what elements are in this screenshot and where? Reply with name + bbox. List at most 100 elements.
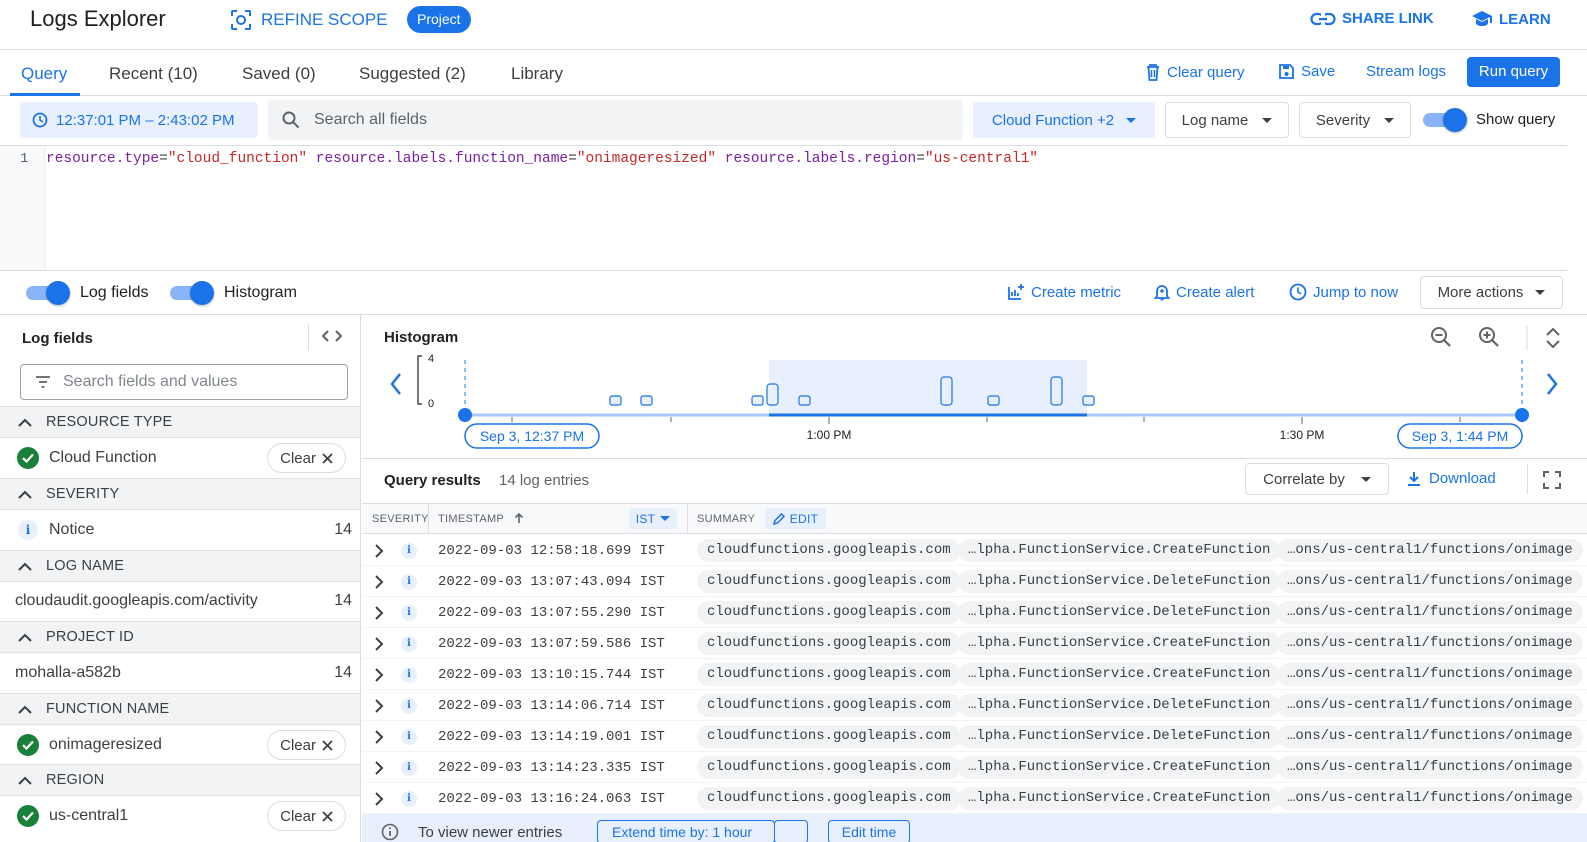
summary-method-chip[interactable]: …lpha.FunctionService.CreateFunction [958,756,1281,779]
tab-query[interactable]: Query [21,64,67,84]
histogram-next-icon[interactable] [1547,373,1558,395]
extend-time-button[interactable]: Extend time by: 1 hour [597,820,775,842]
save-query-button[interactable]: Save [1278,63,1335,80]
download-button[interactable]: Download [1407,470,1496,487]
tab-library[interactable]: Library [511,64,563,84]
table-row[interactable]: i 2022-09-03 13:16:24.063 IST cloudfunctio… [362,783,1587,814]
refine-scope-button[interactable]: REFINE SCOPE [229,7,388,33]
create-alert-button[interactable]: Create alert [1154,283,1254,301]
summary-service-chip[interactable]: cloudfunctions.googleapis.com [697,694,961,717]
clear-filter-button[interactable]: Clear [267,801,346,831]
log-fields-toggle[interactable] [24,281,70,305]
field-value-row[interactable]: i Notice 14 [0,510,360,550]
summary-service-chip[interactable]: cloudfunctions.googleapis.com [697,725,961,748]
table-row[interactable]: i 2022-09-03 13:14:06.714 IST cloudfunctio… [362,690,1587,721]
histogram-toggle[interactable] [168,281,214,305]
summary-resource-chip[interactable]: …ons/us-central1/functions/onimage [1277,787,1583,810]
range-start-handle[interactable] [458,408,472,422]
time-range-picker[interactable]: 12:37:01 PM – 2:43:02 PM [20,102,258,138]
scope-project-chip[interactable]: Project [407,6,471,33]
histogram-bar[interactable] [766,383,779,406]
summary-resource-chip[interactable]: …ons/us-central1/functions/onimage [1277,601,1583,624]
summary-resource-chip[interactable]: …ons/us-central1/functions/onimage [1277,663,1583,686]
chevron-right-icon[interactable] [374,761,384,775]
summary-resource-chip[interactable]: …ons/us-central1/functions/onimage [1277,725,1583,748]
histogram-bar[interactable] [609,395,622,406]
table-row[interactable]: i 2022-09-03 13:07:43.094 IST cloudfunctio… [362,566,1587,597]
editor-scrollbar[interactable] [1567,145,1587,271]
field-value-row[interactable]: Cloud Function Clear [0,438,360,478]
column-header-timestamp[interactable]: TIMESTAMP [438,513,504,525]
summary-method-chip[interactable]: …lpha.FunctionService.CreateFunction [958,539,1281,562]
field-value-row[interactable]: onimageresized Clear [0,725,360,765]
chevron-right-icon[interactable] [374,637,384,651]
query-editor[interactable]: 1 resource.type="cloud_function" resourc… [0,145,1567,271]
clear-query-button[interactable]: Clear query [1145,63,1245,81]
correlate-by-dropdown[interactable]: Correlate by [1245,463,1389,495]
table-row[interactable]: i 2022-09-03 13:07:59.586 IST cloudfunctio… [362,628,1587,659]
query-text[interactable]: resource.type="cloud_function" resource.… [46,151,1038,167]
summary-resource-chip[interactable]: …ons/us-central1/functions/onimage [1277,570,1583,593]
summary-service-chip[interactable]: cloudfunctions.googleapis.com [697,632,961,655]
severity-dropdown[interactable]: Severity [1299,102,1411,138]
extend-time-dropdown[interactable] [774,820,808,842]
chevron-right-icon[interactable] [374,699,384,713]
clear-filter-button[interactable]: Clear [267,730,346,760]
tab-recent[interactable]: Recent (10) [109,64,198,84]
histogram-bar[interactable] [1050,376,1063,406]
section-header-severity[interactable]: SEVERITY [0,478,360,510]
collapse-panel-icon[interactable] [321,329,343,343]
histogram-bar[interactable] [751,395,764,406]
summary-method-chip[interactable]: …lpha.FunctionService.DeleteFunction [958,601,1281,624]
chevron-right-icon[interactable] [374,606,384,620]
create-metric-button[interactable]: Create metric [1007,283,1121,301]
field-value-row[interactable]: us-central1 Clear [0,796,360,836]
histogram-bar[interactable] [1082,395,1095,406]
learn-button[interactable]: LEARN [1471,10,1551,28]
edit-summary-button[interactable]: EDIT [765,508,826,529]
summary-service-chip[interactable]: cloudfunctions.googleapis.com [697,663,961,686]
table-row[interactable]: i 2022-09-03 12:58:18.699 IST cloudfunctio… [362,535,1587,566]
histogram-bar[interactable] [987,395,1000,406]
field-value-row[interactable]: cloudaudit.googleapis.com/activity 14 [0,581,360,621]
stream-logs-button[interactable]: Stream logs [1366,63,1446,80]
column-header-severity[interactable]: SEVERITY [372,513,429,525]
summary-service-chip[interactable]: cloudfunctions.googleapis.com [697,756,961,779]
histogram-bar[interactable] [640,395,653,406]
field-value-row[interactable]: mohalla-a582b 14 [0,653,360,693]
table-row[interactable]: i 2022-09-03 13:07:55.290 IST cloudfunctio… [362,597,1587,628]
summary-method-chip[interactable]: …lpha.FunctionService.DeleteFunction [958,694,1281,717]
table-row[interactable]: i 2022-09-03 13:10:15.744 IST cloudfunctio… [362,659,1587,690]
section-header-resource-type[interactable]: RESOURCE TYPE [0,406,360,438]
summary-resource-chip[interactable]: …ons/us-central1/functions/onimage [1277,539,1583,562]
section-header-region[interactable]: REGION [0,764,360,796]
log-name-dropdown[interactable]: Log name [1165,102,1289,138]
show-query-toggle[interactable] [1421,108,1467,132]
histogram-prev-icon[interactable] [390,373,401,395]
chevron-right-icon[interactable] [374,544,384,558]
chevron-right-icon[interactable] [374,575,384,589]
summary-method-chip[interactable]: …lpha.FunctionService.CreateFunction [958,632,1281,655]
section-header-project-id[interactable]: PROJECT ID [0,621,360,653]
summary-service-chip[interactable]: cloudfunctions.googleapis.com [697,601,961,624]
section-header-function-name[interactable]: FUNCTION NAME [0,693,360,725]
share-link-button[interactable]: SHARE LINK [1310,10,1434,27]
summary-service-chip[interactable]: cloudfunctions.googleapis.com [697,539,961,562]
range-end-handle[interactable] [1515,408,1529,422]
fullscreen-icon[interactable] [1543,471,1561,489]
chevron-right-icon[interactable] [374,792,384,806]
histogram-bar[interactable] [798,395,811,406]
summary-resource-chip[interactable]: …ons/us-central1/functions/onimage [1277,756,1583,779]
resource-filter-dropdown[interactable]: Cloud Function +2 [973,102,1155,138]
run-query-button[interactable]: Run query [1467,57,1560,87]
clear-filter-button[interactable]: Clear [267,443,346,473]
summary-method-chip[interactable]: …lpha.FunctionService.DeleteFunction [958,725,1281,748]
zoom-out-icon[interactable] [1431,327,1451,347]
table-row[interactable]: i 2022-09-03 13:14:19.001 IST cloudfunctio… [362,721,1587,752]
search-all-fields-input[interactable]: Search all fields [268,100,963,140]
summary-service-chip[interactable]: cloudfunctions.googleapis.com [697,787,961,810]
jump-to-now-button[interactable]: Jump to now [1289,283,1398,301]
more-actions-dropdown[interactable]: More actions [1420,276,1563,309]
histogram-bar[interactable] [940,376,953,406]
chevron-right-icon[interactable] [374,668,384,682]
